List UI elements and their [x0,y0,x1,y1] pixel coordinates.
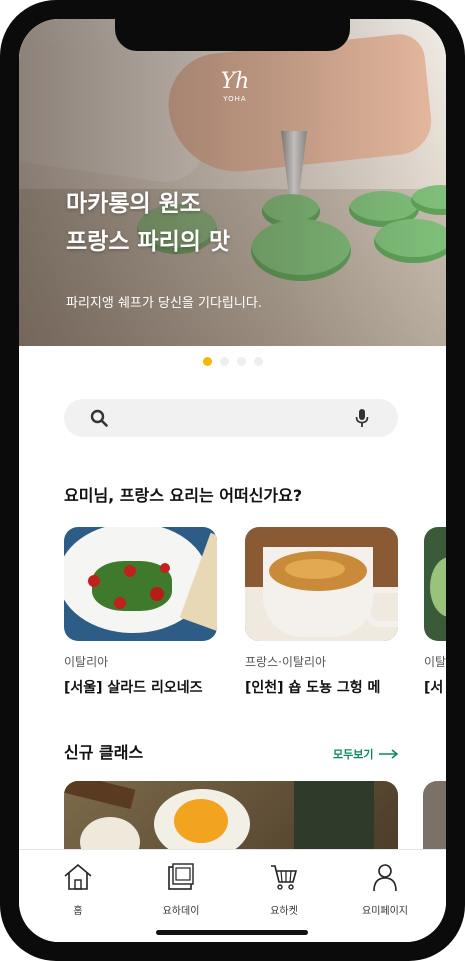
bottom-tab-bar: 홈 요하데이 요하켓 요미페이지 [19,849,446,942]
class-card[interactable]: 이탈 [서 [424,527,446,697]
arrow-right-icon [379,749,399,759]
search-bar[interactable] [64,399,398,437]
class-card-category: 프랑스·이탈리아 [245,655,327,669]
class-card-category: 이탈리아 [64,655,109,669]
class-card-image [245,527,398,641]
carousel-dot[interactable] [236,357,246,366]
home-icon [64,863,92,890]
class-card-image [64,527,217,641]
class-card-category: 이탈 [424,655,446,669]
person-icon [373,864,397,892]
class-card-title: [서울] 살라드 리오네즈 [64,680,203,696]
tab-yohaket-label: 요하켓 [270,906,298,917]
see-all-link[interactable]: 모두보기 [333,746,399,762]
gallery-icon [168,863,194,890]
see-all-label: 모두보기 [333,748,374,761]
tab-home-label: 홈 [73,906,83,917]
carousel-dot-active[interactable] [202,357,212,366]
hero-title-line2: 프랑스 파리의 맛 [66,229,231,255]
hero-subtitle: 파리지앵 쉐프가 당신을 기다립니다. [66,296,262,311]
tab-yohaket[interactable]: 요하켓 [244,860,324,917]
tab-home[interactable]: 홈 [38,860,118,917]
tab-yohaday[interactable]: 요하데이 [141,860,221,917]
logo-mark: Yh [220,69,250,94]
carousel-indicator [19,357,446,366]
yoha-logo: Yh YOHA [215,69,255,104]
hero-banner[interactable]: Yh YOHA 마카롱의 원조 프랑스 파리의 맛 파리지앵 쉐프가 당신을 기… [19,19,446,346]
microphone-icon[interactable] [355,408,369,428]
class-card-title: [서 [424,680,444,696]
phone-frame: Yh YOHA 마카롱의 원조 프랑스 파리의 맛 파리지앵 쉐프가 당신을 기… [0,0,465,961]
recommend-card-list: 이탈리아 [서울] 살라드 리오네즈 프랑스·이탈리아 [인천] 숍 도뇽 그헝… [64,527,446,707]
carousel-dot[interactable] [219,357,229,366]
class-card[interactable]: 프랑스·이탈리아 [인천] 숍 도뇽 그헝 메 [245,527,398,697]
class-card[interactable]: 이탈리아 [서울] 살라드 리오네즈 [64,527,217,697]
carousel-dot[interactable] [253,357,263,366]
hero-title: 마카롱의 원조 프랑스 파리의 맛 [66,185,230,261]
logo-text: YOHA [223,95,247,103]
cart-icon [271,865,298,890]
recommend-section-title: 요미님, 프랑스 요리는 어떠신가요? [64,486,303,505]
tab-yohaday-label: 요하데이 [162,906,200,917]
tab-yomipage[interactable]: 요미페이지 [345,860,425,917]
new-class-section-title: 신규 클래스 [64,743,144,762]
hero-title-line1: 마카롱의 원조 [66,191,201,217]
class-card-title: [인천] 숍 도뇽 그헝 메 [245,680,381,696]
app-screen: Yh YOHA 마카롱의 원조 프랑스 파리의 맛 파리지앵 쉐프가 당신을 기… [19,19,446,942]
class-card-image [424,527,446,641]
device-notch [115,19,350,51]
tab-yomipage-label: 요미페이지 [362,906,408,917]
search-icon[interactable] [90,409,108,427]
home-indicator [156,930,308,935]
